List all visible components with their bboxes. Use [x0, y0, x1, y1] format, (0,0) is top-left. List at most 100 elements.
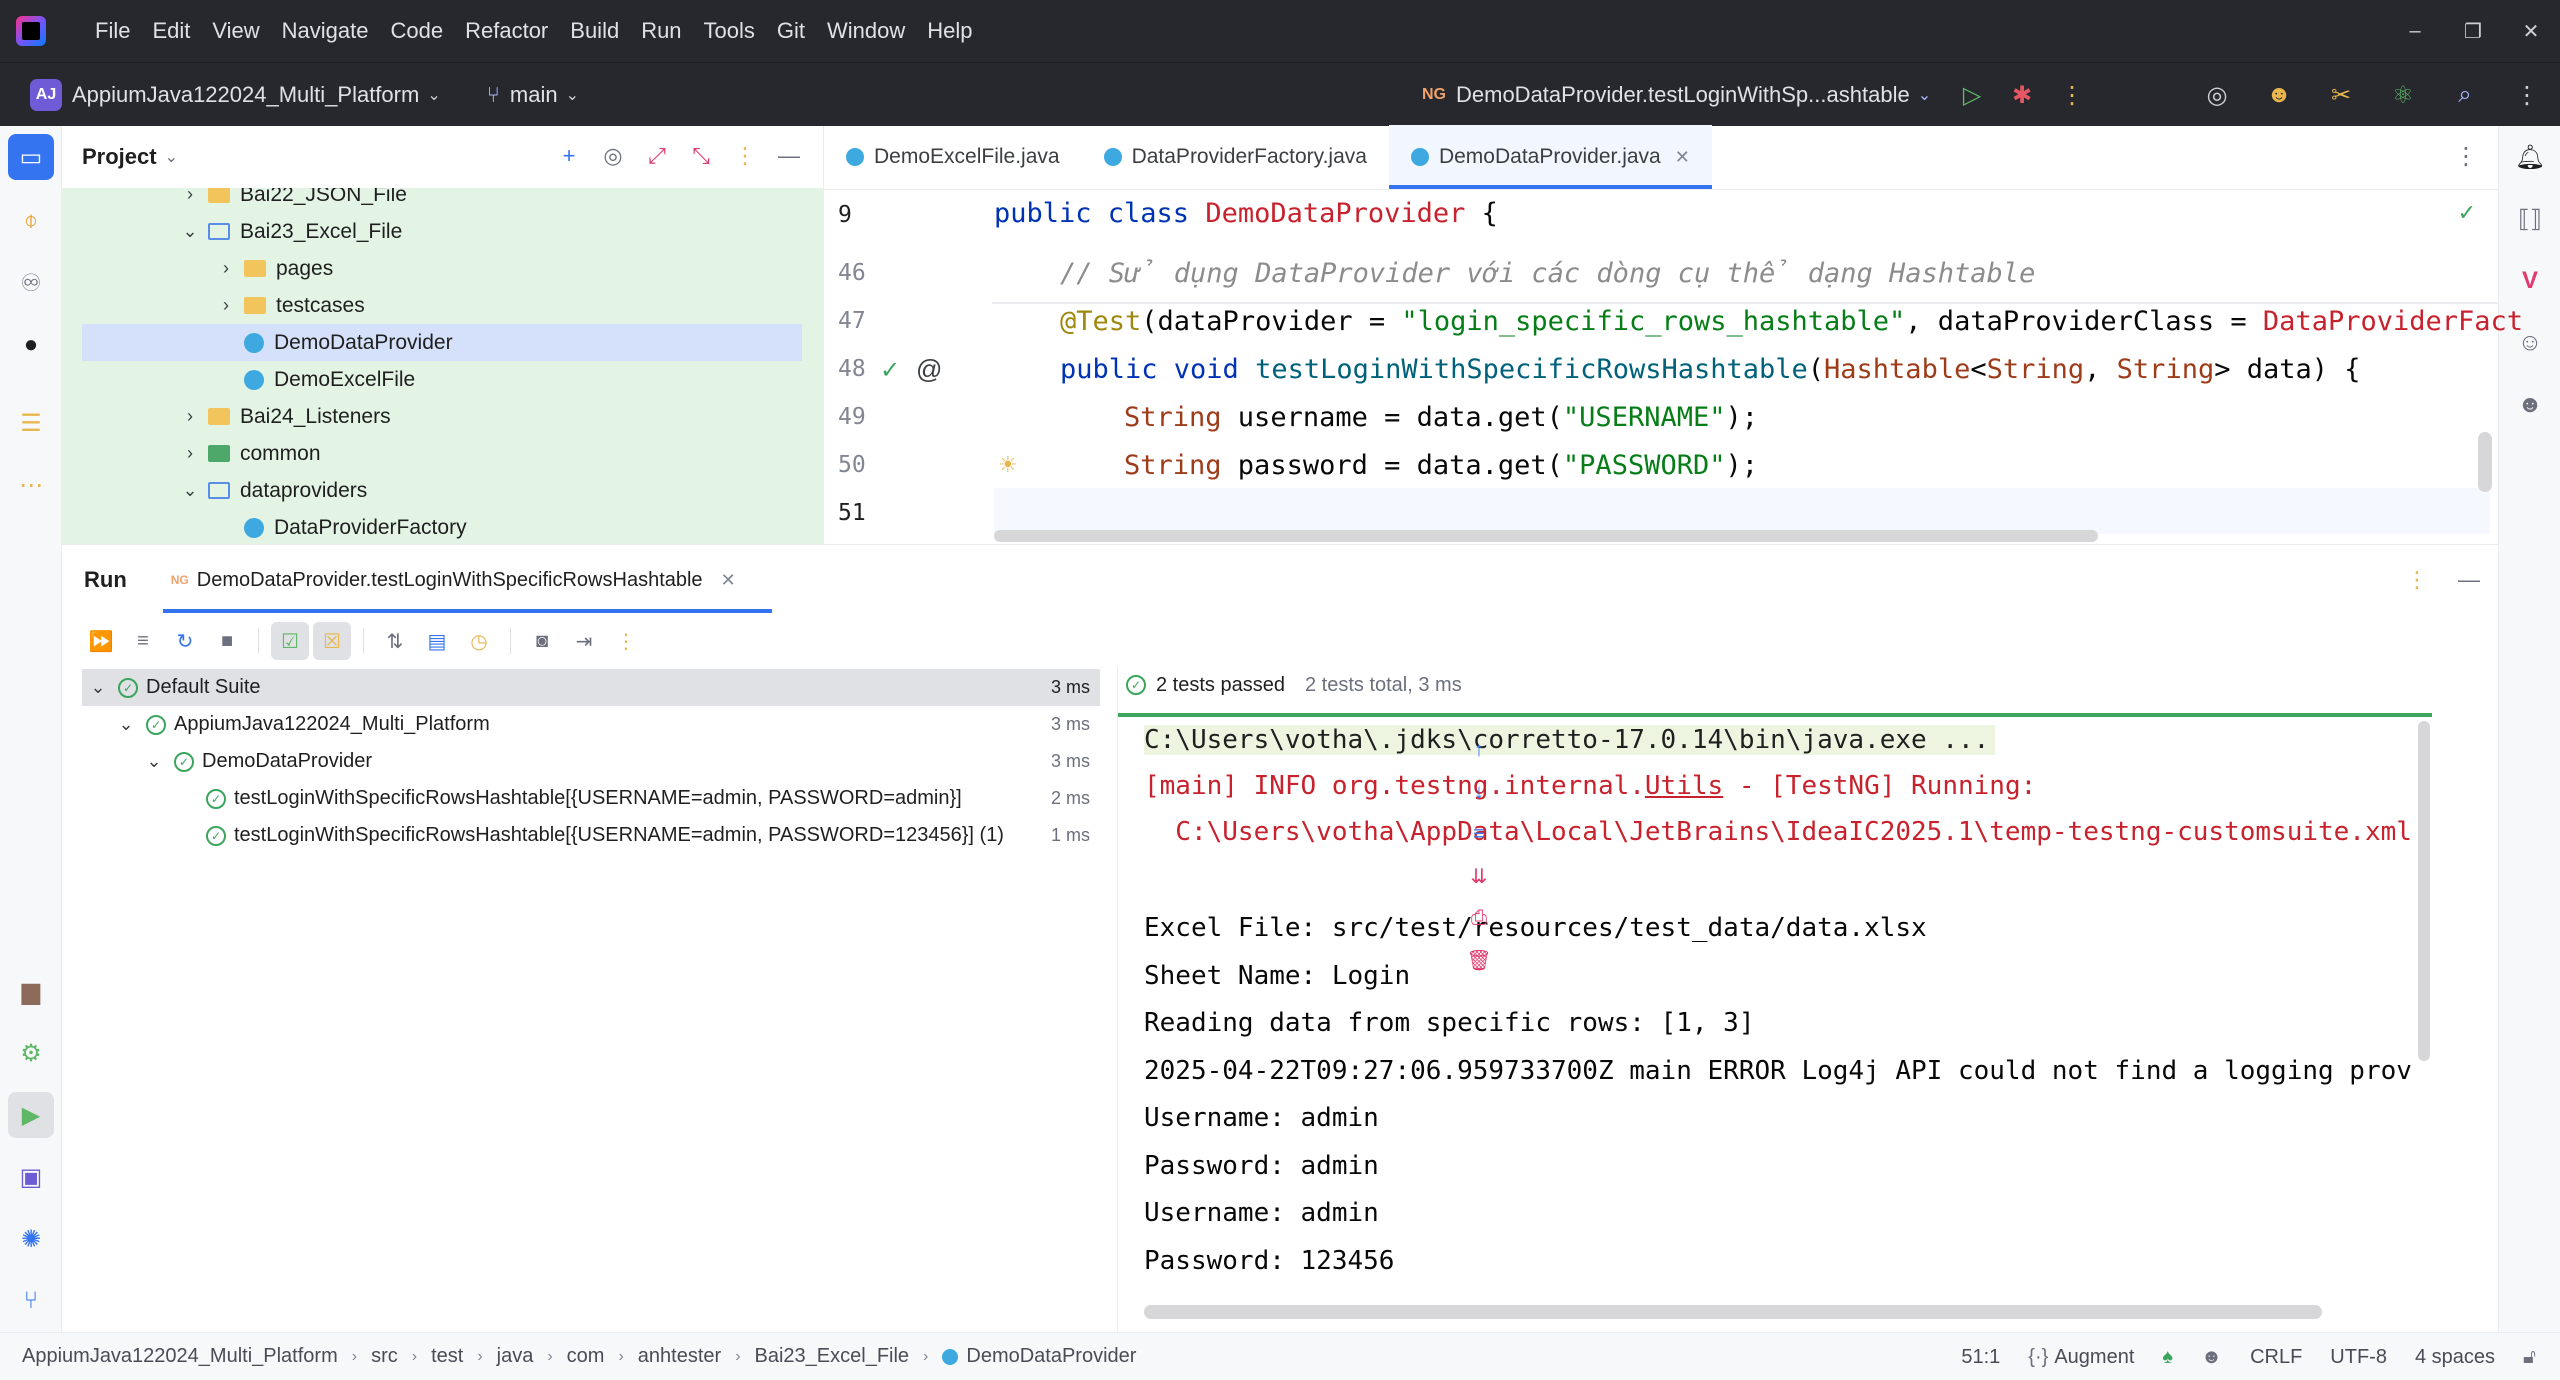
menu-run[interactable]: Run — [630, 0, 692, 62]
expand-all-icon[interactable]: ⤢ — [641, 138, 673, 174]
plugin-icon[interactable]: ⚛ — [2378, 70, 2428, 120]
branch-selector[interactable]: ⑂ main ⌄ — [487, 82, 579, 108]
more-tools-icon[interactable]: ⋯ — [8, 462, 54, 508]
options-icon[interactable]: ⋮ — [2406, 567, 2428, 593]
project-selector[interactable]: AJ AppiumJava122024_Multi_Platform ⌄ — [30, 72, 441, 118]
tree-item[interactable]: › Bai22_JSON_File — [62, 188, 808, 213]
chevron-right-icon[interactable]: › — [178, 406, 202, 427]
console-output[interactable]: C:\Users\votha\.jdks\corretto-17.0.14\bi… — [1118, 717, 2478, 1333]
breadcrumb-item[interactable]: anhtester — [638, 1345, 721, 1368]
soft-wrap-icon[interactable]: ≡ — [1454, 813, 1504, 855]
tree-item[interactable]: DemoDataProvider — [82, 324, 802, 361]
console-line[interactable]: Excel File: src/test/resources/test_data… — [1144, 913, 2414, 943]
line-separator[interactable]: CRLF — [2250, 1346, 2302, 1369]
console-vertical-scrollbar[interactable] — [2418, 721, 2430, 1061]
tree-item[interactable]: › testcases — [62, 287, 808, 324]
notifications-icon[interactable]: 🔔︎ — [2507, 134, 2553, 180]
bookmarks-icon[interactable]: ▆ — [8, 968, 54, 1014]
minimize-button[interactable]: – — [2386, 0, 2444, 62]
menu-help[interactable]: Help — [916, 0, 983, 62]
locate-icon[interactable]: ◎ — [597, 138, 629, 174]
menu-build[interactable]: Build — [559, 0, 630, 62]
clear-all-icon[interactable]: 🗑︎ — [1454, 939, 1504, 981]
sort-icon[interactable]: ⇅ — [376, 622, 414, 660]
breadcrumb-item[interactable]: AppiumJava122024_Multi_Platform — [22, 1345, 338, 1368]
code-line-50[interactable]: String password = data.get("PASSWORD"); — [1124, 450, 1758, 481]
code-with-me-icon[interactable]: ☻ — [2254, 70, 2304, 120]
ai-chat-icon[interactable]: ⟦⟧ — [2507, 196, 2553, 242]
chevron-down-icon[interactable]: ⌄ — [178, 221, 202, 242]
add-icon[interactable]: + — [553, 138, 585, 174]
console-command-line[interactable]: C:\Users\votha\.jdks\corretto-17.0.14\bi… — [1144, 725, 1996, 755]
chevron-right-icon[interactable]: › — [178, 443, 202, 464]
breadcrumb-item[interactable]: test — [431, 1345, 463, 1368]
menu-edit[interactable]: Edit — [141, 0, 201, 62]
vanilla-icon[interactable]: V — [2507, 258, 2553, 304]
menu-navigate[interactable]: Navigate — [271, 0, 380, 62]
pull-requests-icon[interactable]: ♾ — [8, 260, 54, 306]
lock-icon[interactable]: 🔓︎ — [2523, 1346, 2536, 1369]
menu-git[interactable]: Git — [766, 0, 816, 62]
project-panel-title[interactable]: Project — [82, 144, 157, 170]
build-tools-icon[interactable]: ✂ — [2316, 70, 2366, 120]
test-tree-row[interactable]: ⌄ ✓ AppiumJava122024_Multi_Platform 3 ms — [82, 706, 1100, 743]
code-line-48[interactable]: public void testLoginWithSpecificRowsHas… — [1060, 354, 2361, 385]
console-line[interactable]: Username: admin — [1144, 1103, 2414, 1133]
breadcrumb-item[interactable]: java — [497, 1345, 534, 1368]
restore-button[interactable]: ❐ — [2444, 0, 2502, 62]
file-encoding[interactable]: UTF-8 — [2330, 1346, 2387, 1369]
tabs-more-icon[interactable]: ⋮ — [2454, 142, 2478, 171]
stop-icon[interactable]: ■ — [208, 622, 246, 660]
lightbulb-icon[interactable]: ☀ — [998, 452, 1018, 478]
close-icon[interactable]: ✕ — [1675, 147, 1690, 168]
cursor-position[interactable]: 51:1 — [1961, 1346, 2000, 1369]
show-passed-icon[interactable]: ☑ — [271, 622, 309, 660]
settings-more-icon[interactable]: ⋮ — [2502, 70, 2552, 120]
chevron-right-icon[interactable]: › — [214, 258, 238, 279]
structure-icon[interactable]: ☰ — [8, 400, 54, 446]
import-tests-icon[interactable]: ▤ — [418, 622, 456, 660]
project-tool-icon[interactable]: ▭ — [8, 134, 54, 180]
history-icon[interactable]: ◷ — [460, 622, 498, 660]
chevron-down-icon[interactable]: ⌄ — [178, 480, 202, 501]
test-passed-gutter-icon[interactable]: ✓ — [880, 356, 900, 385]
run-tool-icon[interactable]: ▶ — [8, 1092, 54, 1138]
tree-item[interactable]: DemoExcelFile — [62, 361, 808, 398]
editor-tab[interactable]: DemoExcelFile.java — [824, 125, 1082, 189]
close-icon[interactable]: ✕ — [721, 570, 736, 591]
github-icon[interactable]: ● — [8, 322, 54, 368]
breadcrumb-item[interactable]: DemoDataProvider — [966, 1345, 1136, 1368]
rerun-icon[interactable]: ↻ — [166, 622, 204, 660]
copilot-status-icon[interactable]: ☻ — [2201, 1346, 2222, 1369]
no-problems-check-icon[interactable]: ✓ — [2458, 200, 2476, 226]
console-line[interactable]: 2025-04-22T09:27:06.959733700Z main ERRO… — [1144, 1056, 2414, 1086]
console-line[interactable]: Sheet Name: Login — [1144, 961, 2414, 991]
close-window-button[interactable]: ✕ — [2502, 0, 2560, 62]
test-tree-row[interactable]: ✓ testLoginWithSpecificRowsHashtable[{USE… — [82, 780, 1100, 817]
annotation-gutter-icon[interactable]: @ — [916, 354, 942, 385]
tree-item[interactable]: › common — [62, 435, 808, 472]
console-line[interactable]: Password: admin — [1144, 1151, 2414, 1181]
terminal-icon[interactable]: ▣ — [8, 1154, 54, 1200]
ai-status-icon[interactable]: ♠ — [2162, 1346, 2173, 1369]
console-line[interactable]: Username: admin — [1144, 1198, 2414, 1228]
rerun-tests-icon[interactable]: ≡ — [124, 622, 162, 660]
ai-assistant-icon[interactable]: ◎ — [2192, 70, 2242, 120]
copilot-chat-icon[interactable]: ☻ — [2507, 382, 2553, 428]
breadcrumb-item[interactable]: src — [371, 1345, 398, 1368]
chevron-right-icon[interactable]: › — [214, 295, 238, 316]
tree-item[interactable]: ⌄ dataproviders — [62, 472, 808, 509]
run-tab[interactable]: NG DemoDataProvider.testLoginWithSpecifi… — [162, 545, 772, 615]
menu-window[interactable]: Window — [816, 0, 916, 62]
scroll-down-icon[interactable]: ↓ — [1454, 771, 1504, 813]
console-info-path[interactable]: C:\Users\votha\AppData\Local\JetBrains\I… — [1144, 817, 2424, 847]
menu-refactor[interactable]: Refactor — [454, 0, 559, 62]
run-icon[interactable]: ▷ — [1947, 70, 1997, 120]
tree-item[interactable]: › pages — [62, 250, 808, 287]
editor-vertical-scrollbar[interactable] — [2478, 432, 2492, 492]
scroll-to-end-icon[interactable]: ⇊ — [1454, 855, 1504, 897]
screenshot-icon[interactable]: ◙ — [523, 622, 561, 660]
run-configuration-selector[interactable]: NG DemoDataProvider.testLoginWithSp...as… — [1422, 63, 2097, 127]
search-icon[interactable]: ⌕ — [2440, 70, 2490, 120]
collapse-all-icon[interactable]: ⤡ — [685, 138, 717, 174]
